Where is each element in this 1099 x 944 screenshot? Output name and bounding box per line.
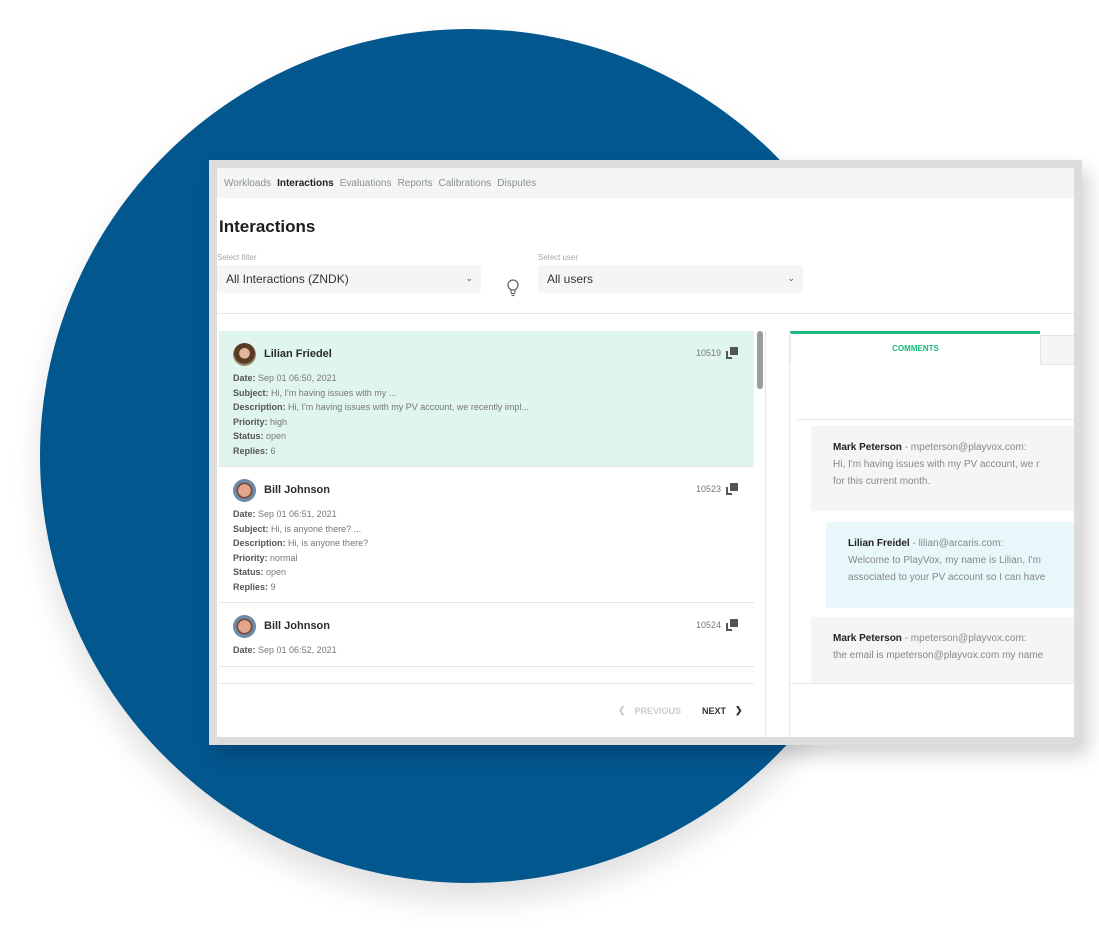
filter-value: All Interactions (ZNDK) xyxy=(226,272,349,286)
field-date: Date: Sep 01 06:51, 2021 xyxy=(233,509,337,519)
comment-author: Mark Peterson xyxy=(833,442,902,453)
open-external-icon[interactable] xyxy=(726,347,738,359)
divider xyxy=(789,331,790,737)
divider xyxy=(797,419,1074,420)
author-name: Bill Johnson xyxy=(264,620,330,632)
interaction-card[interactable]: Lilian Friedel 10519 Date: Sep 01 06:50,… xyxy=(219,331,754,467)
previous-button[interactable]: ❮ PREVIOUS xyxy=(618,705,681,716)
filter-select[interactable]: All Interactions (ZNDK) ⌄ xyxy=(217,265,481,293)
chevron-down-icon: ⌄ xyxy=(787,273,795,283)
open-external-icon[interactable] xyxy=(726,619,738,631)
user-value: All users xyxy=(547,272,594,286)
comment: Mark Peterson - mpeterson@playvox.com: H… xyxy=(811,426,1074,511)
next-button[interactable]: NEXT ❯ xyxy=(702,705,743,716)
divider xyxy=(219,683,754,684)
field-replies: Replies: 6 xyxy=(233,445,276,456)
nav-evaluations[interactable]: Evaluations xyxy=(340,178,392,189)
comment-author: Mark Peterson xyxy=(833,633,902,644)
tab-secondary[interactable] xyxy=(1040,335,1074,365)
page-title: Interactions xyxy=(219,217,316,236)
avatar xyxy=(233,478,256,502)
field-date: Date: Sep 01 06:52, 2021 xyxy=(233,645,337,655)
comment-email: - mpeterson@playvox.com: xyxy=(901,442,1027,453)
comment-text: the email is mpeterson@playvox.com my na… xyxy=(833,650,1044,661)
field-status: Status: open xyxy=(233,567,287,577)
interaction-id: 10524 xyxy=(695,620,721,630)
field-subject: Subject: Hi, is anyone there? ... xyxy=(233,523,362,534)
field-subject: Subject: Hi, I'm having issues with my .… xyxy=(233,387,397,398)
filter-label: Select filter xyxy=(217,253,257,262)
comment-author: Lilian Freidel xyxy=(848,538,910,549)
interaction-id: 10519 xyxy=(695,348,721,358)
field-status: Status: open xyxy=(233,431,287,441)
avatar xyxy=(233,342,256,366)
open-external-icon[interactable] xyxy=(726,483,738,495)
user-select[interactable]: All users ⌄ xyxy=(538,265,803,293)
divider xyxy=(217,313,1074,314)
comment-email: - mpeterson@playvox.com: xyxy=(901,633,1027,644)
interaction-list: Lilian Friedel 10519 Date: Sep 01 06:50,… xyxy=(219,331,754,683)
nav-interactions[interactable]: Interactions xyxy=(277,178,334,189)
list-scrollbar[interactable] xyxy=(757,331,763,389)
comment-email: - lilian@arcaris.com: xyxy=(909,538,1004,549)
nav-calibrations[interactable]: Calibrations xyxy=(438,178,491,189)
tab-comments[interactable]: COMMENTS xyxy=(790,331,1040,364)
interaction-id: 10523 xyxy=(695,484,721,494)
chevron-left-icon: ❮ xyxy=(618,705,626,715)
field-priority: Priority: high xyxy=(233,416,288,427)
comment: Mark Peterson - mpeterson@playvox.com: t… xyxy=(811,617,1074,683)
lightbulb-icon[interactable] xyxy=(506,278,520,298)
nav-reports[interactable]: Reports xyxy=(397,178,432,189)
comment-text: associated to your PV account so I can h… xyxy=(848,572,1046,583)
comment-text: Hi, I'm having issues with my PV account… xyxy=(833,459,1040,470)
divider xyxy=(790,683,1074,684)
interaction-card[interactable]: Bill Johnson 10523 Date: Sep 01 06:51, 2… xyxy=(219,467,754,603)
nav-workloads[interactable]: Workloads xyxy=(224,178,271,189)
comment-text: Welcome to PlayVox, my name is Lilian, I… xyxy=(848,555,1041,566)
app-window: Workloads Interactions Evaluations Repor… xyxy=(209,160,1082,745)
nav-disputes[interactable]: Disputes xyxy=(497,178,536,189)
field-priority: Priority: normal xyxy=(233,552,298,563)
chevron-down-icon: ⌄ xyxy=(465,273,473,283)
author-name: Bill Johnson xyxy=(264,484,330,496)
chevron-right-icon: ❯ xyxy=(735,705,743,715)
top-nav: Workloads Interactions Evaluations Repor… xyxy=(217,168,1074,198)
divider xyxy=(765,331,766,737)
comment-text: for this current month. xyxy=(833,476,931,487)
comment-reply: Lilian Freidel - lilian@arcaris.com: Wel… xyxy=(826,522,1074,608)
user-label: Select user xyxy=(538,253,579,262)
field-description: Description: Hi, I'm having issues with … xyxy=(233,402,529,412)
avatar xyxy=(233,614,256,638)
interaction-card[interactable]: Bill Johnson 10524 Date: Sep 01 06:52, 2… xyxy=(219,603,754,667)
field-date: Date: Sep 01 06:50, 2021 xyxy=(233,373,337,383)
author-name: Lilian Friedel xyxy=(264,348,332,360)
field-replies: Replies: 9 xyxy=(233,581,276,592)
field-description: Description: Hi, is anyone there? xyxy=(233,538,369,548)
